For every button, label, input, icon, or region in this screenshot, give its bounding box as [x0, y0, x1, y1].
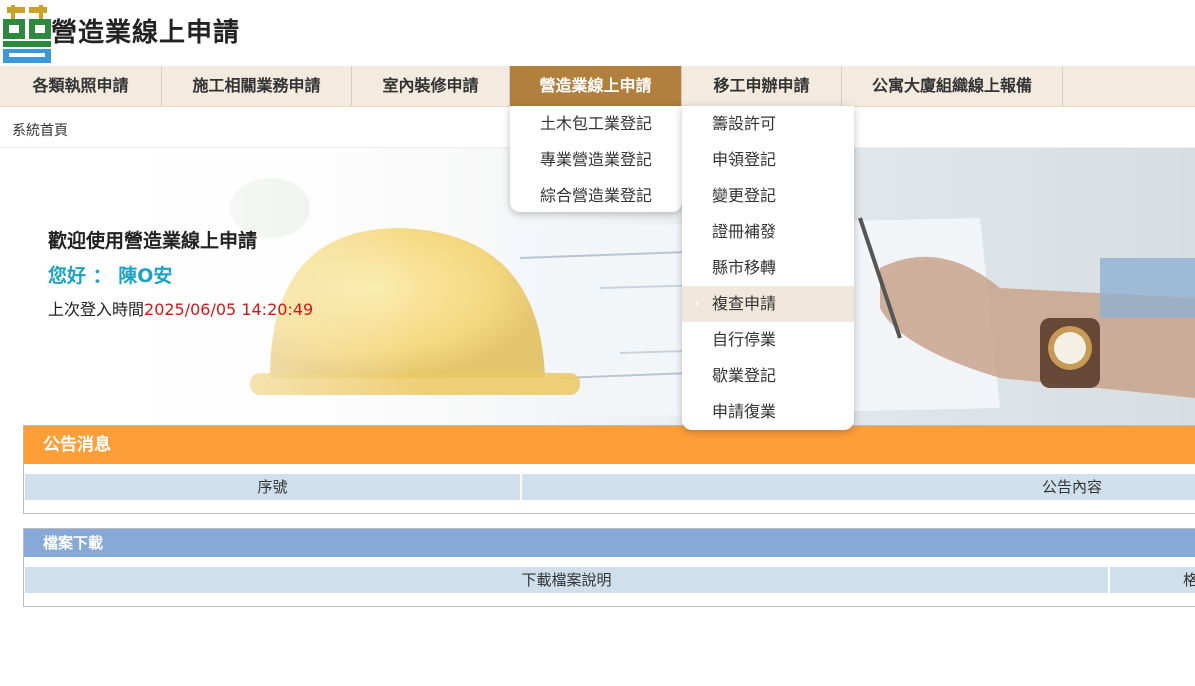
last-login-label: 上次登入時間: [48, 300, 145, 319]
downloads-panel: 檔案下載 下載檔案說明 格: [23, 528, 1195, 607]
submenu-item-label: 複查申請: [712, 294, 777, 313]
menu-item-civil-contractor[interactable]: 土木包工業登記: [510, 106, 682, 142]
last-login: 上次登入時間2025/06/05 14:20:49: [48, 296, 313, 320]
page: 營造業線上申請 各類執照申請 施工相關業務申請 室內裝修申請 營造業線上申請 移…: [0, 0, 1195, 686]
column-header-file-desc: 下載檔案說明: [25, 567, 1108, 593]
greeting: 您好 ： 陳O安: [48, 265, 173, 287]
submenu-item-resume-business[interactable]: 申請復業: [682, 394, 854, 430]
column-header-content-label: 公告內容: [1042, 478, 1103, 496]
nav-item-construction[interactable]: 施工相關業務申請: [162, 66, 352, 106]
menu-item-general-contractor[interactable]: 綜合營造業登記: [510, 178, 682, 214]
nav-item-migrant[interactable]: 移工申辦申請: [682, 66, 842, 106]
submenu-item-certificate-reissue[interactable]: 證冊補發: [682, 214, 854, 250]
nav-item-building[interactable]: 公寓大廈組織線上報備: [842, 66, 1063, 106]
submenu-item-suspend[interactable]: 自行停業: [682, 322, 854, 358]
submenu-item-county-transfer[interactable]: 縣市移轉: [682, 250, 854, 286]
menu-item-specialty-contractor[interactable]: 專業營造業登記: [510, 142, 682, 178]
submenu-item-apply-registration[interactable]: 申領登記: [682, 142, 854, 178]
nav-item-contractor[interactable]: 營造業線上申請: [510, 66, 682, 106]
main-nav: 各類執照申請 施工相關業務申請 室內裝修申請 營造業線上申請 移工申辦申請 公寓…: [0, 66, 1195, 107]
column-header-content: 公告內容: [522, 474, 1195, 500]
downloads-title: 檔案下載: [24, 529, 1195, 557]
welcome-title: 歡迎使用營造業線上申請: [48, 230, 258, 252]
announcements-panel: 公告消息 序號 公告內容: [23, 425, 1195, 514]
submenu-item-review-application[interactable]: › 複查申請: [682, 286, 854, 322]
registration-submenu: 籌設許可 申領登記 變更登記 證冊補發 縣市移轉 › 複查申請 自行停業 歇業登記…: [682, 106, 854, 430]
nav-item-interior[interactable]: 室內裝修申請: [352, 66, 510, 106]
submenu-item-close-business[interactable]: 歇業登記: [682, 358, 854, 394]
column-header-format: 格: [1110, 567, 1195, 593]
chevron-right-icon: ›: [694, 296, 700, 312]
logo-icon: [3, 5, 51, 65]
column-header-number: 序號: [25, 474, 520, 500]
last-login-time: 2025/06/05 14:20:49: [144, 300, 314, 319]
submenu-item-change-registration[interactable]: 變更登記: [682, 178, 854, 214]
breadcrumb[interactable]: 系統首頁: [12, 120, 68, 140]
submenu-item-preparation[interactable]: 籌設許可: [682, 106, 854, 142]
announcements-header-row: 序號 公告內容: [24, 474, 1195, 500]
site-title: 營造業線上申請: [51, 18, 241, 48]
announcements-title: 公告消息: [24, 426, 1195, 464]
header: 營造業線上申請: [0, 0, 1195, 66]
downloads-header-row: 下載檔案說明 格: [24, 567, 1195, 593]
nav-item-license[interactable]: 各類執照申請: [0, 66, 162, 106]
contractor-dropdown: 土木包工業登記 專業營造業登記 綜合營造業登記: [510, 106, 682, 212]
